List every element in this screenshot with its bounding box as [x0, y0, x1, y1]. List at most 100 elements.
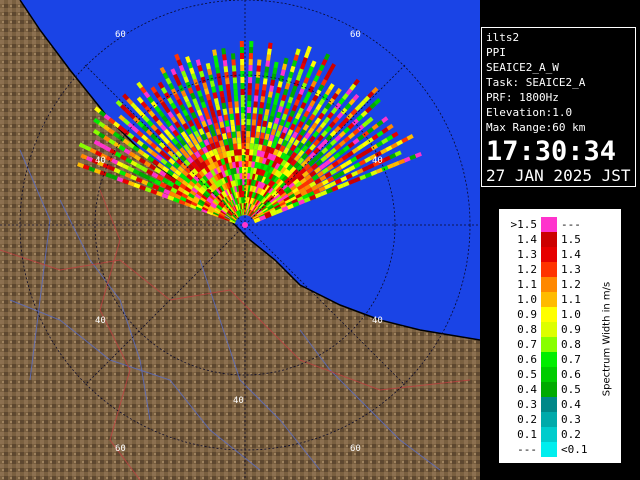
- station-name: ilts2: [486, 31, 520, 44]
- echo-gate: [213, 122, 220, 130]
- echo-gate: [108, 165, 116, 172]
- echo-gate: [225, 83, 231, 91]
- echo-gate: [401, 136, 409, 144]
- legend-high-label: 0.6: [561, 368, 581, 381]
- echo-gate: [292, 201, 300, 208]
- elevation-value: Elevation:1.0: [486, 106, 573, 119]
- echo-gate: [205, 62, 211, 70]
- echo-gate: [296, 93, 303, 101]
- ring-label: 60: [350, 30, 361, 40]
- echo-gate: [262, 78, 268, 85]
- echo-gate: [311, 184, 319, 192]
- echo-gate: [286, 149, 294, 157]
- task-name: Task: SEAICE2_A: [486, 76, 586, 89]
- echo-gate: [288, 71, 294, 79]
- echo-gate: [289, 90, 296, 98]
- echo-gate: [229, 149, 235, 157]
- echo-gate: [110, 174, 118, 181]
- echo-gate: [164, 173, 172, 181]
- echo-gate: [77, 162, 85, 169]
- ring-label: 60: [350, 444, 361, 454]
- ring-label: 40: [95, 156, 106, 166]
- legend-swatch: [541, 232, 557, 247]
- echo-gate: [170, 187, 178, 194]
- echo-gate: [300, 82, 308, 90]
- echo-gate: [212, 92, 218, 99]
- echo-gate: [233, 95, 239, 102]
- echo-gate: [247, 173, 252, 180]
- echo-gate: [283, 57, 289, 65]
- echo-gate: [256, 125, 261, 133]
- echo-gate: [232, 137, 237, 144]
- echo-gate: [319, 174, 327, 182]
- echo-gate: [342, 181, 350, 188]
- echo-gate: [222, 108, 228, 116]
- echo-gate: [187, 140, 195, 149]
- radar-site-marker: [242, 222, 248, 228]
- echo-gate: [148, 176, 156, 183]
- echo-gate: [283, 107, 290, 115]
- echo-gate: [324, 88, 332, 96]
- ring-label: 40: [372, 156, 383, 166]
- echo-gate: [355, 153, 363, 160]
- echo-gate: [160, 101, 168, 109]
- echo-gate: [212, 148, 219, 156]
- echo-gate: [194, 103, 201, 111]
- echo-gate: [216, 146, 223, 154]
- echo-gate: [230, 125, 236, 132]
- echo-gate: [293, 54, 299, 62]
- echo-gate: [231, 131, 237, 138]
- echo-gate: [128, 151, 136, 158]
- echo-gate: [107, 128, 116, 135]
- legend-low-label: 1.0: [517, 293, 537, 306]
- legend-low-label: >1.5: [510, 218, 538, 231]
- echo-gate: [169, 176, 177, 184]
- echo-gate: [220, 96, 226, 104]
- echo-gate: [309, 113, 316, 121]
- echo-gate: [280, 152, 287, 160]
- echo-gate: [201, 153, 208, 161]
- echo-gate: [187, 61, 193, 69]
- echo-gate: [350, 156, 358, 163]
- echo-gate: [182, 109, 189, 117]
- echo-gate: [140, 166, 148, 173]
- echo-gate: [217, 134, 223, 141]
- echo-gate: [278, 75, 285, 82]
- echo-gate: [266, 97, 272, 104]
- echo-gate: [89, 147, 97, 155]
- echo-gate: [327, 176, 335, 183]
- echo-gate: [163, 106, 171, 114]
- echo-gate: [387, 163, 395, 170]
- echo-gate: [291, 131, 299, 139]
- echo-gate: [150, 86, 158, 94]
- echo-gate: [198, 128, 205, 136]
- echo-gate: [156, 191, 163, 197]
- echo-gate: [229, 113, 235, 121]
- echo-gate: [249, 149, 254, 156]
- echo-gate: [291, 104, 298, 112]
- echo-gate: [360, 150, 368, 157]
- echo-gate: [233, 143, 238, 150]
- echo-gate: [132, 145, 140, 153]
- echo-gate: [281, 205, 289, 212]
- echo-gate: [255, 155, 261, 163]
- echo-gate: [258, 156, 264, 164]
- echo-gate: [254, 137, 260, 145]
- echo-gate: [180, 130, 188, 139]
- echo-gate: [178, 84, 185, 92]
- echo-gate: [306, 177, 315, 185]
- echo-gate: [256, 150, 262, 157]
- echo-gate: [207, 68, 213, 76]
- echo-gate: [222, 59, 228, 67]
- echo-gate: [250, 167, 256, 174]
- echo-gate: [251, 161, 256, 168]
- echo-gate: [127, 141, 135, 149]
- echo-gate: [351, 170, 359, 177]
- echo-gate: [270, 210, 278, 217]
- echo-gate: [142, 152, 150, 159]
- echo-gate: [336, 183, 345, 190]
- echo-gate: [214, 153, 221, 161]
- echo-gate: [102, 124, 111, 132]
- echo-gate: [335, 87, 342, 96]
- echo-gate: [212, 116, 218, 124]
